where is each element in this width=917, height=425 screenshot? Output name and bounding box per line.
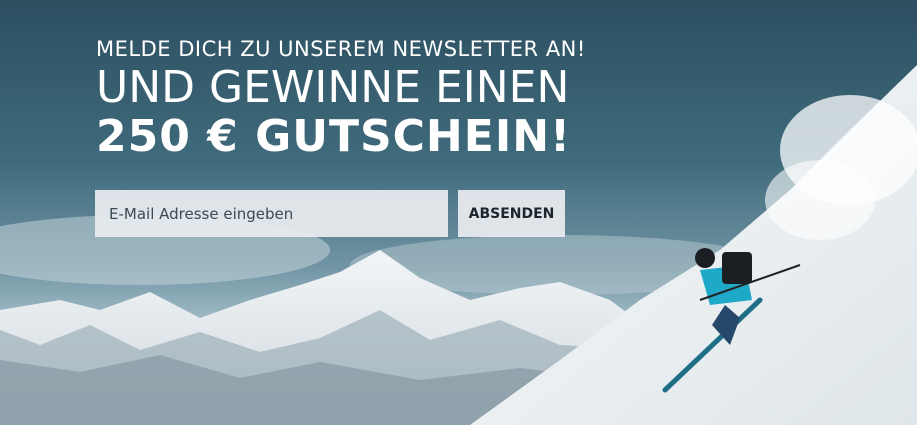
newsletter-banner: MELDE DICH ZU UNSEREM NEWSLETTER AN! UND…	[0, 0, 917, 425]
headline-line-newsletter: MELDE DICH ZU UNSEREM NEWSLETTER AN!	[96, 37, 586, 61]
submit-button[interactable]: ABSENDEN	[458, 190, 565, 237]
powder-spray	[765, 160, 875, 240]
email-input[interactable]	[95, 190, 448, 237]
newsletter-form: ABSENDEN	[95, 190, 565, 237]
headline-line-win: UND GEWINNE EINEN	[96, 62, 570, 113]
headline-block: MELDE DICH ZU UNSEREM NEWSLETTER AN! UND…	[96, 36, 586, 162]
headline-line-voucher: 250 € GUTSCHEIN!	[96, 111, 572, 162]
